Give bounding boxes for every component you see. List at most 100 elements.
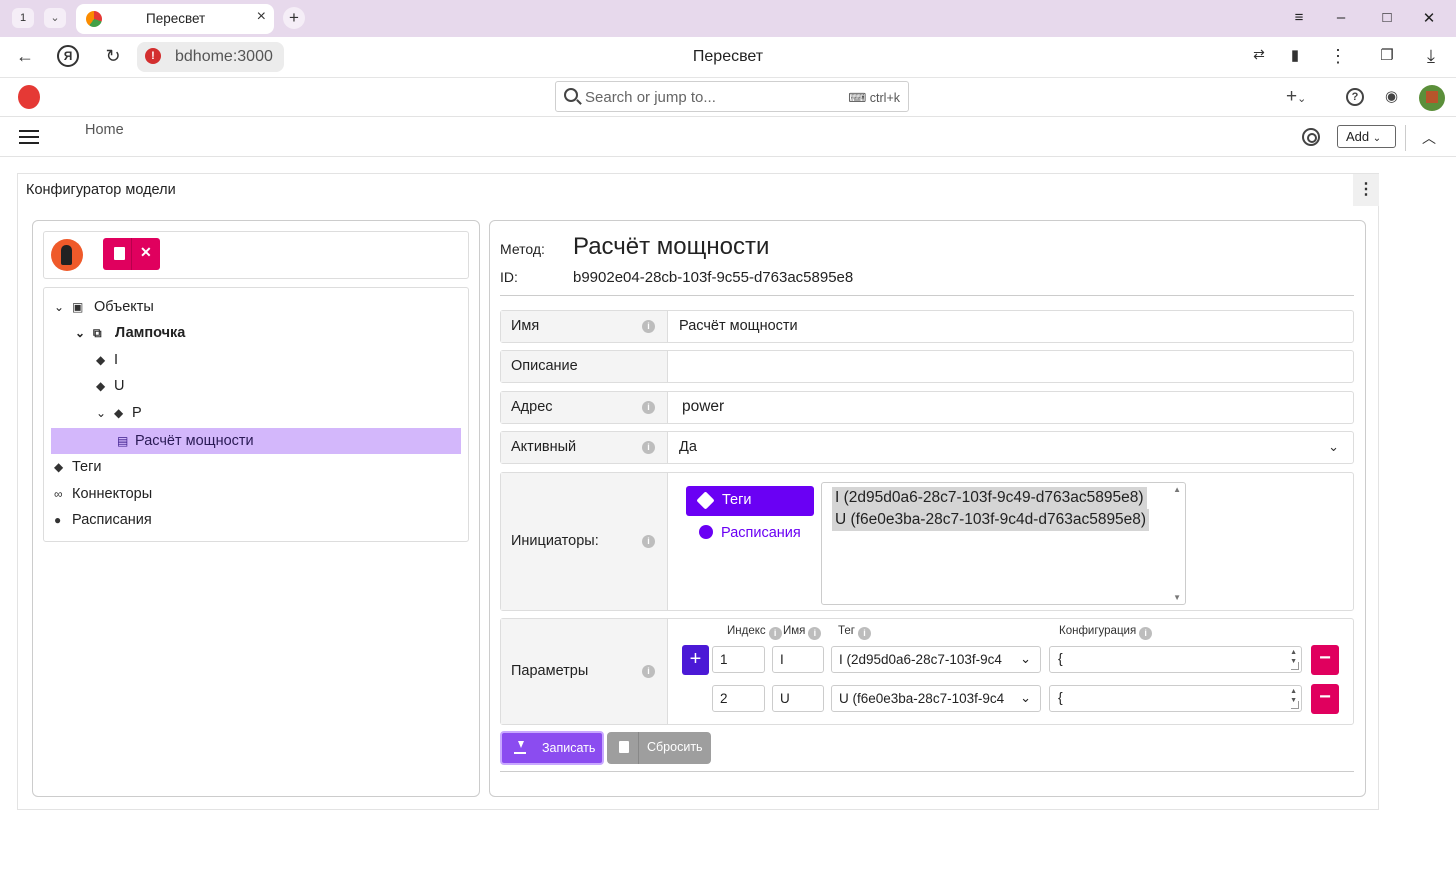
back-icon[interactable]: ←: [14, 46, 36, 67]
url-field[interactable]: ! bdhome:3000: [137, 42, 284, 72]
tree-node-method[interactable]: ▤ Расчёт мощности: [117, 428, 254, 454]
tab-list-chevron-icon[interactable]: ⌄: [44, 8, 66, 28]
resize-grip-icon[interactable]: [1291, 701, 1299, 709]
tree-node-schedules[interactable]: ● Расписания: [54, 507, 152, 533]
chevron-down-icon[interactable]: ⌄: [75, 320, 93, 346]
new-tab-button[interactable]: +: [283, 7, 305, 29]
param-name-input[interactable]: I: [772, 646, 824, 673]
reload-icon[interactable]: ↻: [102, 46, 124, 67]
tree-node-connectors[interactable]: ∞ Коннекторы: [54, 481, 152, 507]
param-config-textarea[interactable]: {▲ ▼: [1049, 646, 1302, 673]
field-label-cell: Активный i: [501, 432, 668, 463]
tree-node-objects[interactable]: ⌄ ▣ Объекты: [54, 294, 154, 320]
param-header-name: Имя i: [783, 625, 822, 640]
tree-node-label: Лампочка: [115, 325, 186, 341]
add-new-icon[interactable]: +⌄: [1286, 86, 1306, 108]
minimize-icon[interactable]: –: [1331, 9, 1351, 26]
bookmark-icon[interactable]: ▮: [1284, 46, 1306, 64]
info-icon[interactable]: i: [1139, 627, 1153, 640]
scroll-up-icon[interactable]: ▲: [1173, 485, 1181, 494]
help-icon[interactable]: ?: [1346, 88, 1364, 106]
tree-node-label: Расчёт мощности: [135, 433, 254, 449]
chevron-down-icon[interactable]: ⌄: [1328, 439, 1339, 455]
downloads-icon[interactable]: ⤓: [1420, 46, 1442, 67]
yandex-icon[interactable]: Я: [57, 45, 79, 67]
tree-node-tag-p[interactable]: ⌄ ◆ P: [96, 400, 142, 426]
chevron-down-icon[interactable]: ⌄: [54, 294, 72, 320]
tree-node-tag-i[interactable]: ◆ I: [96, 347, 118, 373]
tab-close-icon[interactable]: ×: [257, 8, 266, 26]
info-icon[interactable]: i: [642, 401, 655, 414]
collapse-icon[interactable]: ︿: [1422, 128, 1436, 148]
more-icon[interactable]: ⋮: [1327, 46, 1349, 67]
tree-node-lamp[interactable]: ⌄ ⧉ Лампочка: [75, 320, 185, 346]
search-input[interactable]: Search or jump to... ⌨ ctrl+k: [555, 81, 909, 112]
list-item[interactable]: I (2d95d0a6-28c7-103f-9c49-d763ac5895e8): [832, 487, 1147, 509]
browser-menu-icon[interactable]: ≡: [1289, 9, 1309, 26]
tab-count-button[interactable]: 1: [12, 8, 34, 28]
search-shortcut: ⌨ ctrl+k: [848, 91, 900, 105]
initiators-label: Инициаторы:: [511, 533, 599, 549]
tags-icon: [696, 491, 715, 510]
maximize-icon[interactable]: □: [1377, 9, 1397, 26]
address-label: Адрес: [511, 399, 553, 415]
settings-icon[interactable]: [1302, 128, 1320, 146]
rss-icon[interactable]: ◉: [1385, 87, 1398, 105]
info-icon[interactable]: i: [642, 535, 655, 548]
url-text: bdhome:3000: [175, 48, 273, 65]
insecure-warning-icon[interactable]: !: [145, 48, 161, 64]
tree-node-label: Объекты: [94, 299, 154, 315]
param-index-input[interactable]: 1: [712, 646, 765, 673]
tree-node-label: Теги: [72, 459, 102, 475]
info-icon[interactable]: i: [768, 627, 782, 640]
remove-parameter-button[interactable]: −: [1311, 684, 1339, 714]
panel-menu-icon[interactable]: ⋮: [1353, 174, 1379, 206]
address-field[interactable]: power: [682, 398, 724, 416]
field-label-cell: Параметры i: [501, 619, 668, 724]
close-icon[interactable]: ✕: [140, 244, 152, 261]
breadcrumb[interactable]: Home: [85, 122, 124, 138]
method-editor-panel: Метод: Расчёт мощности ID: b9902e04-28cb…: [489, 220, 1366, 797]
info-icon[interactable]: i: [642, 320, 655, 333]
info-icon[interactable]: i: [642, 441, 655, 454]
tree-node-tags[interactable]: ◆ Теги: [54, 454, 102, 480]
active-select[interactable]: Да: [679, 439, 697, 455]
add-parameter-button[interactable]: +: [682, 645, 709, 675]
info-icon[interactable]: i: [808, 627, 822, 640]
save-button[interactable]: Записать: [500, 731, 604, 765]
button-label: Теги: [722, 492, 752, 508]
initiator-schedules-link[interactable]: Расписания: [699, 525, 801, 541]
add-button[interactable]: Add ⌄: [1337, 125, 1396, 148]
param-config-textarea[interactable]: {▲ ▼: [1049, 685, 1302, 712]
avatar[interactable]: [1419, 85, 1445, 111]
reset-button[interactable]: Сбросить: [607, 732, 711, 764]
scroll-down-icon[interactable]: ▼: [1173, 593, 1181, 602]
address-bar: ← Я ↻ ! bdhome:3000 Пересвет ⇄ ▮ ⋮ ❐ ⤓: [0, 37, 1456, 78]
param-tag-select[interactable]: I (2d95d0a6-28c7-103f-9c4 ⌄: [831, 646, 1041, 673]
collections-icon[interactable]: ❐: [1376, 46, 1398, 64]
tree-node-tag-u[interactable]: ◆ U: [96, 373, 124, 399]
param-index-input[interactable]: 2: [712, 685, 765, 712]
tree-node-label: Расписания: [72, 512, 152, 528]
param-name-input[interactable]: U: [772, 685, 824, 712]
initiator-tags-list[interactable]: I (2d95d0a6-28c7-103f-9c49-d763ac5895e8)…: [821, 482, 1186, 605]
description-field[interactable]: [679, 358, 1339, 378]
description-row: Описание: [500, 350, 1354, 383]
chevron-down-icon[interactable]: ⌄: [96, 400, 114, 426]
close-window-icon[interactable]: ✕: [1419, 9, 1439, 27]
initiator-tags-button[interactable]: Теги: [686, 486, 814, 516]
menu-icon[interactable]: [19, 130, 39, 144]
info-icon[interactable]: i: [857, 627, 871, 640]
name-field[interactable]: Расчёт мощности: [679, 318, 798, 334]
translate-icon[interactable]: ⇄: [1248, 46, 1270, 63]
app-logo[interactable]: [18, 85, 40, 109]
browser-tab-active[interactable]: Пересвет ×: [76, 4, 274, 34]
list-item[interactable]: U (f6e0e3ba-28c7-103f-9c4d-d763ac5895e8): [832, 509, 1150, 531]
param-tag-select[interactable]: U (f6e0e3ba-28c7-103f-9c4 ⌄: [831, 685, 1041, 712]
remove-parameter-button[interactable]: −: [1311, 645, 1339, 675]
trash-icon[interactable]: [114, 247, 125, 260]
delete-button-group: ✕: [103, 238, 160, 270]
parameters-label: Параметры: [511, 663, 589, 679]
resize-grip-icon[interactable]: [1291, 662, 1299, 670]
info-icon[interactable]: i: [642, 665, 655, 678]
